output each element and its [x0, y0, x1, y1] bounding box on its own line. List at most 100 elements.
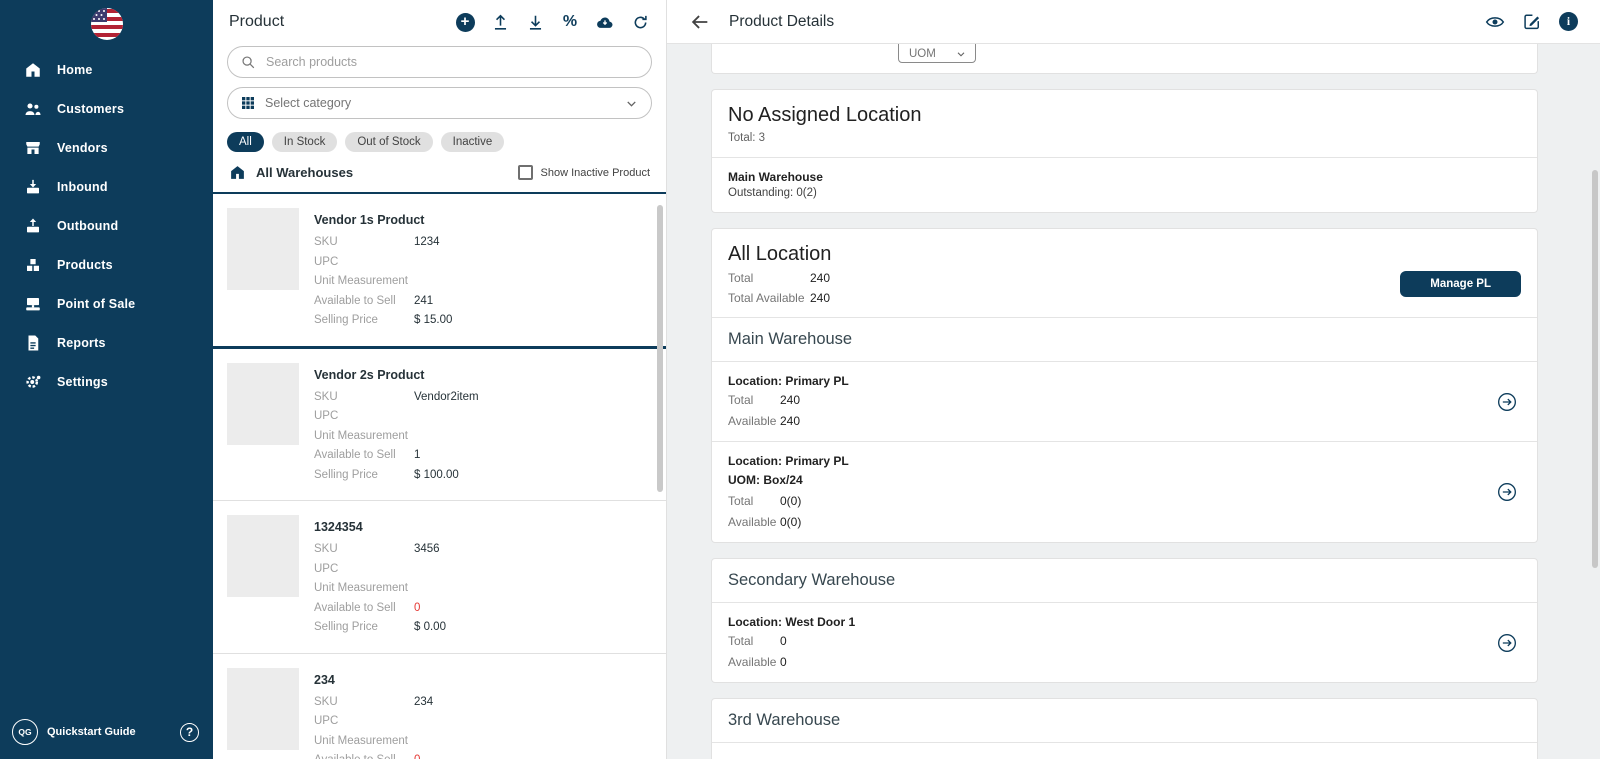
product-available: 241: [414, 295, 433, 307]
product-price: $ 100.00: [414, 469, 459, 481]
search-box: [227, 46, 652, 78]
sidebar-item-outbound[interactable]: Outbound: [0, 206, 213, 245]
search-input[interactable]: [266, 55, 639, 69]
field-label: UPC: [314, 563, 414, 575]
open-location-icon[interactable]: [1497, 392, 1517, 412]
product-price: $ 0.00: [414, 621, 446, 633]
help-icon[interactable]: ?: [180, 723, 199, 742]
product-sku: 234: [414, 696, 433, 708]
filter-out-of-stock[interactable]: Out of Stock: [345, 132, 432, 152]
view-icon[interactable]: [1485, 12, 1505, 32]
chevron-down-icon: [955, 48, 967, 60]
field-label: UPC: [314, 256, 414, 268]
open-location-icon[interactable]: [1497, 633, 1517, 653]
sidebar-item-label: Reports: [57, 336, 106, 350]
plus-icon: +: [456, 13, 475, 32]
warehouse-section-title: 3rd Warehouse: [728, 711, 1521, 730]
sidebar-item-products[interactable]: Products: [0, 245, 213, 284]
sidebar-item-label: Inbound: [57, 180, 108, 194]
chevron-down-icon: [624, 96, 639, 111]
product-available: 0: [414, 754, 420, 759]
uom-select[interactable]: UOM: [898, 44, 976, 63]
filter-all[interactable]: All: [227, 132, 264, 152]
product-list-item[interactable]: 234 SKU234 UPC Unit Measurement Availabl…: [213, 654, 666, 759]
show-inactive-checkbox[interactable]: [518, 165, 533, 180]
warehouse-selector[interactable]: All Warehouses: [256, 165, 353, 180]
product-available: 1: [414, 449, 420, 461]
product-list-item[interactable]: 1324354 SKU3456 UPC Unit Measurement Ava…: [213, 501, 666, 654]
field-label: SKU: [314, 696, 414, 708]
divider: [712, 317, 1537, 318]
sidebar-item-vendors[interactable]: Vendors: [0, 128, 213, 167]
cloud-sync-icon[interactable]: [595, 12, 615, 32]
location-row: Location: Primary PL Total240 Available2…: [712, 362, 1537, 441]
manage-pl-button[interactable]: Manage PL: [1400, 271, 1521, 297]
details-scrollbar-thumb[interactable]: [1592, 170, 1598, 568]
product-list-item[interactable]: Vendor 2s Product SKUVendor2item UPC Uni…: [213, 349, 666, 502]
card-title: All Location: [728, 243, 1521, 266]
download-icon[interactable]: [525, 12, 545, 32]
total-label: Total: [728, 494, 780, 508]
sidebar-item-inbound[interactable]: Inbound: [0, 167, 213, 206]
sidebar: Home Customers Vendors Inbound Outbound …: [0, 0, 213, 759]
filter-inactive[interactable]: Inactive: [441, 132, 505, 152]
total-value: 240: [810, 271, 830, 285]
category-select[interactable]: Select category: [227, 87, 652, 119]
quickstart-guide[interactable]: QG Quickstart Guide ?: [12, 719, 199, 745]
product-price: $ 15.00: [414, 314, 452, 326]
sidebar-item-label: Products: [57, 258, 113, 272]
info-icon[interactable]: i: [1559, 12, 1578, 31]
back-icon[interactable]: [689, 11, 711, 33]
product-name: Vendor 1s Product: [314, 213, 652, 227]
product-name: 1324354: [314, 520, 652, 534]
sidebar-item-settings[interactable]: Settings: [0, 362, 213, 401]
sidebar-item-home[interactable]: Home: [0, 50, 213, 89]
flag-logo-icon: [90, 7, 124, 41]
field-label: Selling Price: [314, 314, 414, 326]
field-label: Unit Measurement: [314, 430, 414, 442]
product-name: Vendor 2s Product: [314, 368, 652, 382]
available-label: Available: [728, 414, 780, 428]
field-label: SKU: [314, 391, 414, 403]
product-list-item[interactable]: Vendor 1s Product SKU1234 UPC Unit Measu…: [213, 194, 666, 349]
percent-icon[interactable]: %: [560, 12, 580, 32]
sidebar-item-label: Vendors: [57, 141, 108, 155]
quickstart-badge: QG: [12, 719, 38, 745]
sidebar-item-reports[interactable]: Reports: [0, 323, 213, 362]
location-available: 0(0): [780, 515, 801, 529]
location-available: 0: [780, 655, 787, 669]
total-available-label: Total Available: [728, 291, 810, 305]
filter-in-stock[interactable]: In Stock: [272, 132, 338, 152]
list-scrollbar-thumb[interactable]: [657, 205, 663, 492]
field-label: Available to Sell: [314, 295, 414, 307]
warehouse-section-title: Secondary Warehouse: [728, 571, 1521, 590]
field-label: UPC: [314, 715, 414, 727]
category-placeholder: Select category: [265, 96, 615, 110]
products-icon: [24, 256, 42, 274]
sidebar-item-label: Outbound: [57, 219, 118, 233]
details-title: Product Details: [729, 13, 834, 31]
app-logo: [0, 0, 213, 48]
upload-icon[interactable]: [490, 12, 510, 32]
field-label: Unit Measurement: [314, 582, 414, 594]
available-label: Available: [728, 515, 780, 529]
panel-title: Product: [229, 13, 284, 31]
product-sku: 1234: [414, 236, 440, 248]
warehouse-name: Main Warehouse: [728, 170, 1521, 184]
field-label: Available to Sell: [314, 754, 414, 759]
add-product-icon[interactable]: +: [455, 12, 475, 32]
edit-icon[interactable]: [1522, 12, 1542, 32]
total-label: Total: [728, 393, 780, 407]
location-available: 240: [780, 414, 800, 428]
open-location-icon[interactable]: [1497, 482, 1517, 502]
field-label: Selling Price: [314, 469, 414, 481]
outbound-icon: [24, 217, 42, 235]
sidebar-item-customers[interactable]: Customers: [0, 89, 213, 128]
product-available: 0: [414, 602, 420, 614]
product-list: Vendor 1s Product SKU1234 UPC Unit Measu…: [213, 194, 666, 759]
third-warehouse-card: 3rd Warehouse: [711, 698, 1538, 759]
refresh-icon[interactable]: [630, 12, 650, 32]
sidebar-item-point-of-sale[interactable]: Point of Sale: [0, 284, 213, 323]
settings-icon: [24, 373, 42, 391]
product-thumbnail: [227, 668, 299, 750]
